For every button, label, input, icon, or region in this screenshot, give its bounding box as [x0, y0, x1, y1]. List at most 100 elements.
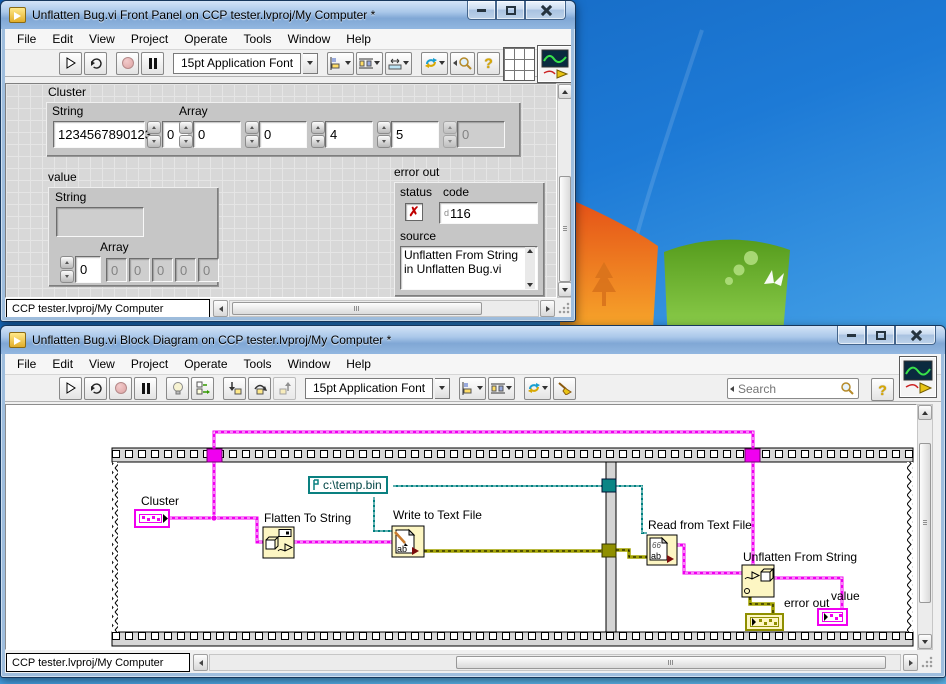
minimize-button[interactable] [837, 326, 866, 345]
front-panel-canvas[interactable]: Cluster String 1234567890123 0 Array 0 0… [5, 83, 557, 298]
distribute-objects-icon [359, 57, 374, 70]
menu-file[interactable]: File [9, 29, 44, 49]
abort-button[interactable] [116, 52, 139, 75]
step-into-button[interactable] [223, 377, 246, 400]
scrollbar-thumb[interactable] [919, 443, 931, 603]
menu-project[interactable]: Project [123, 29, 176, 49]
array-index-stepper[interactable] [147, 121, 161, 148]
menu-edit[interactable]: Edit [44, 29, 81, 49]
search-field[interactable] [727, 378, 859, 399]
scrollbar-thumb[interactable] [456, 656, 886, 669]
minimize-button[interactable] [467, 1, 496, 20]
scroll-down-button[interactable] [558, 282, 571, 297]
resize-objects-dropdown[interactable] [385, 52, 412, 75]
close-button[interactable] [525, 1, 566, 20]
connector-pane-icon[interactable] [503, 47, 535, 81]
maximize-button[interactable] [866, 326, 895, 345]
radix-indicator[interactable]: d [444, 208, 449, 218]
run-button[interactable] [59, 52, 82, 75]
scrollbar-thumb[interactable] [232, 302, 482, 315]
menu-tools[interactable]: Tools [236, 29, 280, 49]
align-objects-dropdown[interactable] [327, 52, 354, 75]
menu-window[interactable]: Window [280, 354, 339, 374]
menu-view[interactable]: View [81, 29, 123, 49]
scroll-up-button[interactable] [558, 84, 571, 99]
menu-project[interactable]: Project [123, 354, 176, 374]
search-button[interactable] [450, 52, 475, 75]
block-diagram-menubar: File Edit View Project Operate Tools Win… [5, 354, 941, 375]
context-help-button[interactable]: ? [871, 378, 894, 401]
scroll-right-button[interactable] [540, 300, 555, 317]
step-out-button[interactable] [273, 377, 296, 400]
clean-up-diagram-button[interactable] [553, 377, 576, 400]
block-diagram-titlebar[interactable]: Unflatten Bug.vi Block Diagram on CCP te… [1, 326, 945, 354]
menu-operate[interactable]: Operate [176, 29, 235, 49]
pause-button[interactable] [134, 377, 157, 400]
highlight-execution-button[interactable] [166, 377, 189, 400]
close-button[interactable] [895, 326, 936, 345]
source-indicator[interactable]: Unflatten From String in Unflatten Bug.v… [400, 246, 538, 290]
pause-button[interactable] [141, 52, 164, 75]
distribute-objects-dropdown[interactable] [488, 377, 515, 400]
array-element-2[interactable]: 4 [325, 121, 373, 148]
array-element-stepper-disabled [443, 121, 457, 148]
array-element-stepper[interactable] [311, 121, 325, 148]
reorder-dropdown[interactable] [421, 52, 448, 75]
step-over-button[interactable] [248, 377, 271, 400]
scroll-up-button[interactable] [918, 405, 932, 420]
array-element-1[interactable]: 0 [259, 121, 307, 148]
string-control[interactable]: 1234567890123 [53, 121, 145, 148]
run-button[interactable] [59, 377, 82, 400]
scroll-left-button[interactable] [193, 654, 208, 671]
array-index-stepper[interactable] [60, 256, 74, 283]
resize-grip[interactable] [921, 656, 934, 669]
reorder-dropdown[interactable] [524, 377, 551, 400]
menu-view[interactable]: View [81, 354, 123, 374]
front-panel-horizontal-scrollbar[interactable] [229, 300, 539, 317]
code-control[interactable]: d 116 [439, 202, 538, 224]
scroll-down-button[interactable] [918, 634, 932, 649]
status-checkbox[interactable]: ✗ [405, 203, 423, 221]
write-to-text-file-node: ab [392, 526, 424, 557]
font-selector[interactable]: 15pt Application Font [305, 378, 433, 399]
align-objects-dropdown[interactable] [459, 377, 486, 400]
menu-help[interactable]: Help [338, 29, 379, 49]
array-index-control[interactable]: 0 [75, 256, 101, 283]
file-path-constant[interactable]: c:\temp.bin [308, 476, 388, 494]
menu-window[interactable]: Window [280, 29, 339, 49]
array-element-0[interactable]: 0 [193, 121, 241, 148]
array-element-stepper[interactable] [245, 121, 259, 148]
menu-tools[interactable]: Tools [236, 354, 280, 374]
maximize-button[interactable] [496, 1, 525, 20]
scroll-right-button[interactable] [903, 654, 918, 671]
array-element-3[interactable]: 5 [391, 121, 439, 148]
block-diagram-horizontal-scrollbar[interactable] [209, 654, 901, 671]
context-help-button[interactable]: ? [477, 52, 500, 75]
scroll-left-button[interactable] [213, 300, 228, 317]
distribute-objects-dropdown[interactable] [356, 52, 383, 75]
menu-edit[interactable]: Edit [44, 354, 81, 374]
menu-file[interactable]: File [9, 354, 44, 374]
menu-operate[interactable]: Operate [176, 354, 235, 374]
scrollbar-thumb[interactable] [559, 176, 571, 282]
font-selector-dropdown[interactable] [435, 378, 450, 399]
menu-help[interactable]: Help [338, 354, 379, 374]
retain-wire-values-button[interactable] [191, 377, 214, 400]
block-diagram-vertical-scrollbar[interactable] [917, 404, 933, 650]
resize-grip[interactable] [558, 302, 571, 315]
font-selector-dropdown[interactable] [303, 53, 318, 74]
array-element-stepper[interactable] [377, 121, 391, 148]
search-input[interactable] [734, 382, 840, 396]
abort-button[interactable] [109, 377, 132, 400]
array-element-stepper[interactable] [179, 121, 193, 148]
front-panel-vertical-scrollbar[interactable] [557, 83, 571, 298]
source-scrollbar[interactable] [525, 247, 535, 289]
font-selector[interactable]: 15pt Application Font [173, 53, 301, 74]
execution-target-label[interactable]: CCP tester.lvproj/My Computer [6, 653, 190, 672]
execution-target-label[interactable]: CCP tester.lvproj/My Computer [6, 299, 210, 317]
vi-icon[interactable] [899, 356, 937, 398]
run-continuously-button[interactable] [84, 52, 107, 75]
block-diagram-canvas[interactable]: ab 66 ab [5, 404, 917, 650]
run-continuously-button[interactable] [84, 377, 107, 400]
vi-icon[interactable] [537, 45, 571, 83]
